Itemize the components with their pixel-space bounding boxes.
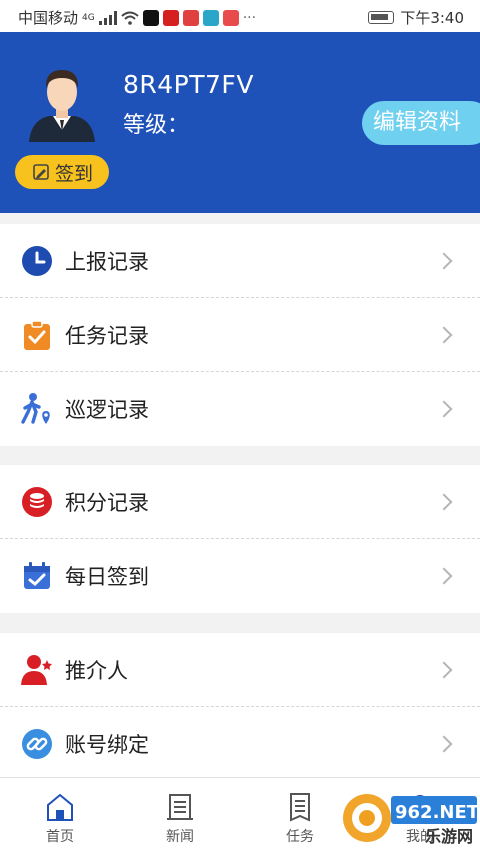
menu-item-account-binding[interactable]: 账号绑定 (0, 707, 480, 781)
news-app-icon (162, 9, 179, 26)
menu-item-patrol-records[interactable]: 巡逻记录 (0, 372, 480, 446)
news-icon (167, 794, 193, 820)
watermark-logo: 9 962.NET 乐游网 (343, 790, 480, 846)
chevron-right-icon (435, 493, 453, 510)
walker-pin-icon (20, 392, 54, 426)
status-bar-right: 下午3:40 (368, 7, 464, 28)
home-icon (47, 793, 73, 821)
edit-profile-button[interactable]: 编辑资料 (362, 101, 480, 145)
menu-item-label: 每日签到 (65, 565, 149, 589)
coin-stack-icon (20, 485, 54, 519)
battery-icon (368, 11, 395, 24)
menu-item-label: 积分记录 (65, 490, 149, 515)
watermark-subtext: 乐游网 (425, 827, 473, 846)
signal-icon (98, 10, 117, 25)
chevron-right-icon (435, 735, 453, 753)
checkin-button[interactable]: 签到 (15, 155, 109, 189)
menu-item-label: 推介人 (65, 658, 128, 683)
status-bar: 中国移动 4G ··· 下午3:40 (0, 0, 480, 32)
menu-group-records: 上报记录 任务记录 巡逻记录 (0, 224, 480, 446)
menu-item-label: 上报记录 (65, 249, 149, 274)
tab-news[interactable]: 新闻 (120, 778, 240, 853)
chevron-right-icon (435, 567, 453, 585)
calendar-check-icon (20, 559, 54, 593)
menu-item-label: 账号绑定 (65, 733, 149, 757)
menu-group-account: 推介人 账号绑定 (0, 633, 480, 781)
chevron-right-icon (435, 661, 453, 678)
link-icon (20, 727, 54, 761)
username: 8R4PT7FV (123, 70, 254, 99)
wifi-icon (121, 11, 139, 25)
clock-time: 下午3:40 (400, 9, 464, 27)
checkin-button-label: 签到 (54, 162, 93, 185)
menu-item-label: 巡逻记录 (65, 398, 149, 422)
watermark-text: 962.NET (395, 802, 480, 823)
app-icon (182, 9, 199, 26)
user-star-icon (20, 653, 54, 687)
menu-item-task-records[interactable]: 任务记录 (0, 298, 480, 372)
chevron-right-icon (435, 252, 453, 269)
menu-item-daily-checkin[interactable]: 每日签到 (0, 539, 480, 613)
menu-group-points: 积分记录 每日签到 (0, 465, 480, 613)
tab-home[interactable]: 首页 (0, 778, 120, 853)
clock-icon (20, 244, 54, 278)
tab-label: 新闻 (166, 829, 194, 845)
tab-label: 首页 (46, 829, 74, 845)
tiktok-app-icon (142, 9, 159, 26)
status-bar-left: 中国移动 4G ··· (18, 7, 256, 28)
chevron-right-icon (435, 326, 453, 343)
task-icon (290, 793, 310, 822)
pencil-icon (33, 164, 49, 180)
tab-tasks[interactable]: 任务 (240, 778, 360, 853)
clipboard-check-icon (20, 318, 54, 352)
menu-item-points-records[interactable]: 积分记录 (0, 465, 480, 539)
network-type: 4G (82, 12, 95, 23)
app-icon-2 (202, 9, 219, 26)
avatar[interactable] (27, 62, 97, 142)
svg-text:9: 9 (349, 804, 368, 837)
menu-item-referrer[interactable]: 推介人 (0, 633, 480, 707)
level-label: 等级： (123, 113, 190, 138)
profile-header: 8R4PT7FV 等级： 编辑资料 签到 (0, 32, 480, 213)
app-icon-3 (222, 9, 239, 26)
chevron-right-icon (435, 400, 453, 418)
menu-item-report-records[interactable]: 上报记录 (0, 224, 480, 298)
menu-item-label: 任务记录 (65, 323, 149, 348)
tab-label: 任务 (286, 829, 314, 845)
more-notifications-icon: ··· (242, 9, 257, 26)
carrier-label: 中国移动 (18, 9, 79, 27)
